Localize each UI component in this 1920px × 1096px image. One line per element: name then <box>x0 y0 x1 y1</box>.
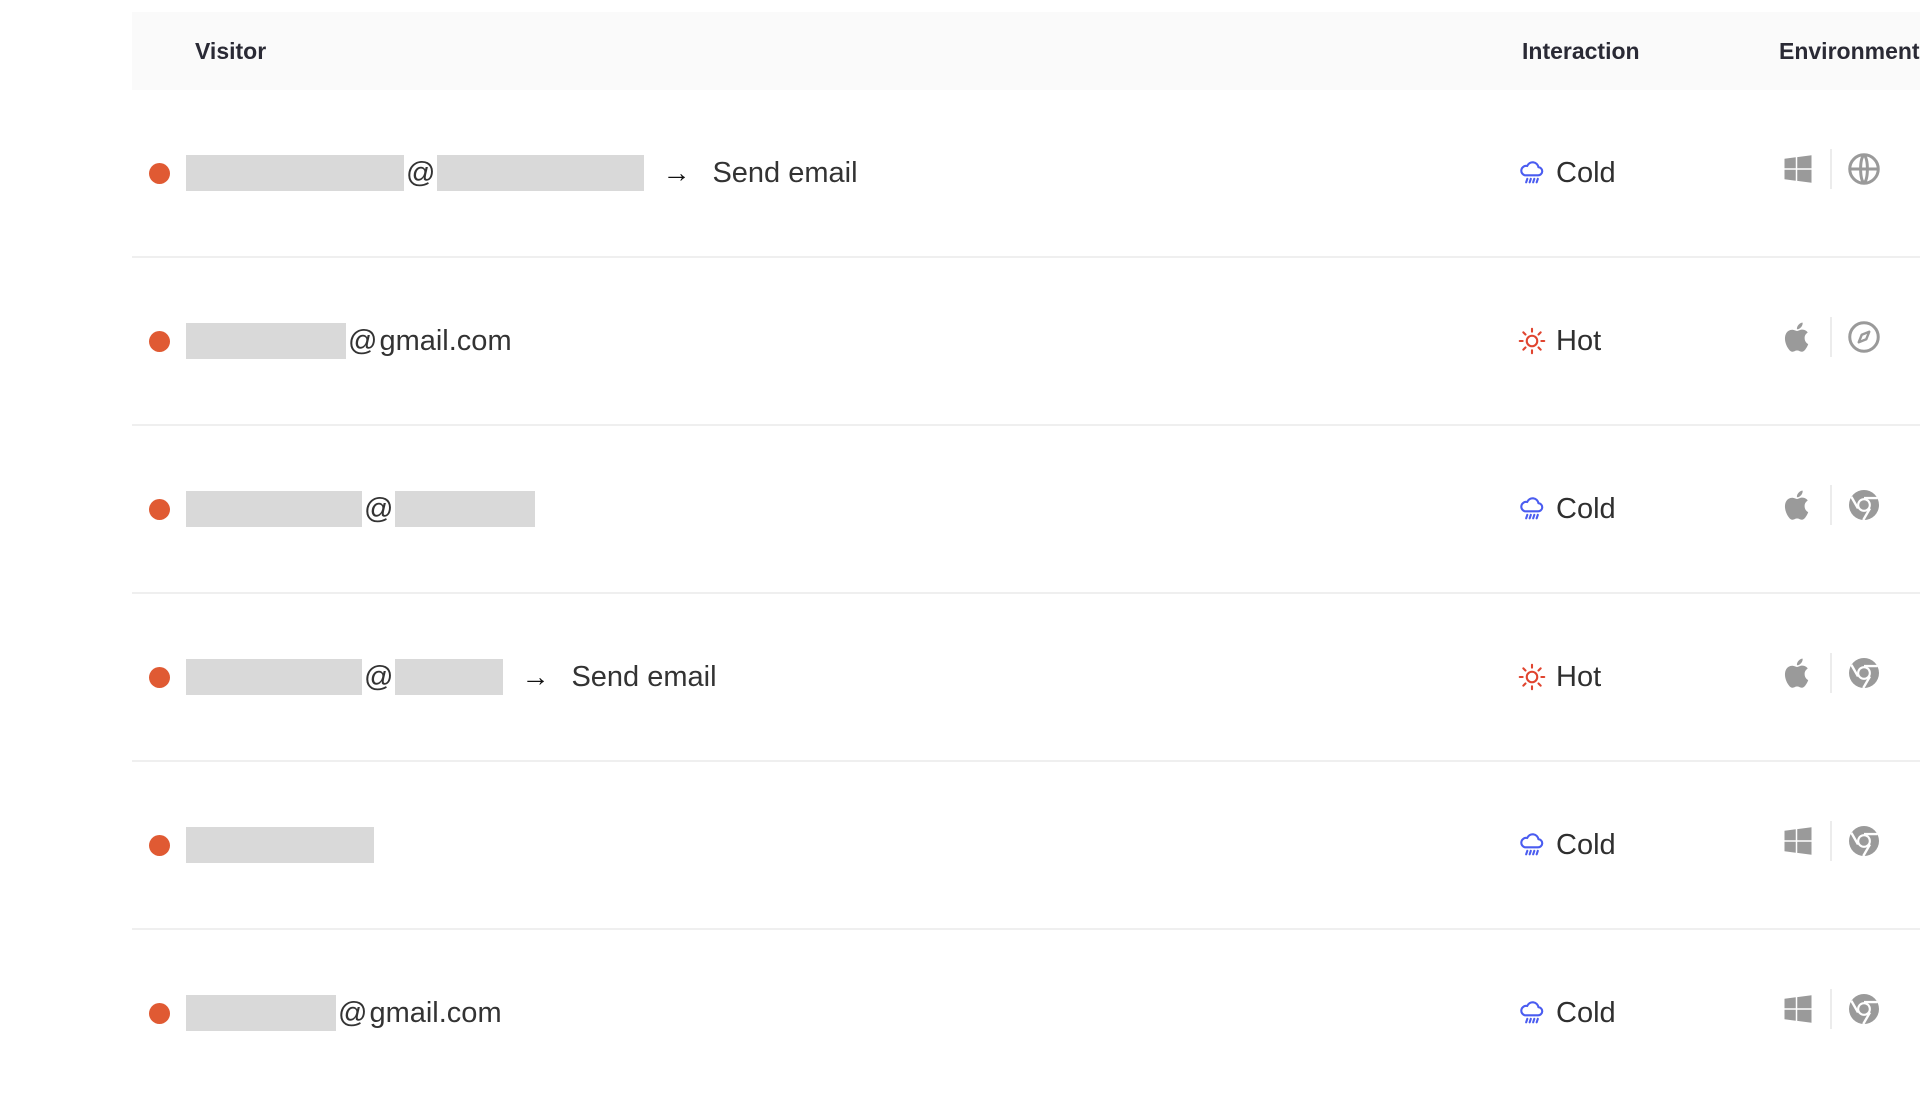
environment-cell <box>1780 594 1882 760</box>
cloud-rain-icon <box>1518 495 1546 523</box>
safari-compass-icon <box>1846 319 1882 355</box>
visitor-email[interactable]: @ <box>186 491 536 527</box>
redacted-email-local <box>186 155 404 191</box>
email-domain: gmail.com <box>369 996 502 1029</box>
globe-icon <box>1846 151 1882 187</box>
divider <box>1830 821 1832 861</box>
sun-icon <box>1518 327 1546 355</box>
action-label: Send email <box>571 660 717 693</box>
windows-icon <box>1780 823 1816 859</box>
visitor-cell: @ → Send email <box>149 594 717 760</box>
interaction-cell: Hot <box>1518 258 1601 424</box>
apple-icon <box>1780 487 1816 523</box>
environment-cell <box>1780 762 1882 928</box>
divider <box>1830 485 1832 525</box>
arrow-right-icon: → <box>521 661 550 692</box>
table-body: @ → Send email Cold @ gmail.com Hot @ Co… <box>132 90 1920 1096</box>
redacted-email-local <box>186 995 336 1031</box>
environment-cell <box>1780 90 1882 256</box>
redacted-email-domain <box>395 491 536 527</box>
email-at-sign: @ <box>406 156 436 189</box>
cloud-rain-icon <box>1518 159 1546 187</box>
email-at-sign: @ <box>348 324 378 357</box>
visitor-email[interactable]: @ gmail.com <box>186 323 512 359</box>
sun-icon <box>1518 663 1546 691</box>
email-at-sign: @ <box>338 996 368 1029</box>
chrome-icon <box>1846 823 1882 859</box>
divider <box>1830 317 1832 357</box>
action-label: Send email <box>712 156 858 189</box>
divider <box>1830 989 1832 1029</box>
redacted-email-domain <box>395 659 504 695</box>
column-header-interaction[interactable]: Interaction <box>1522 12 1640 90</box>
column-header-environment[interactable]: Environment <box>1779 12 1920 90</box>
interaction-cell: Hot <box>1518 594 1601 760</box>
environment-cell <box>1780 930 1882 1096</box>
interaction-cell: Cold <box>1518 762 1616 928</box>
windows-icon <box>1780 991 1816 1027</box>
email-at-sign: @ <box>364 660 394 693</box>
arrow-right-icon: → <box>662 157 691 188</box>
redacted-email-local <box>186 827 374 863</box>
visitor-email[interactable]: @ <box>186 659 504 695</box>
status-dot <box>149 834 170 856</box>
chrome-icon <box>1846 487 1882 523</box>
visitor-email[interactable] <box>186 827 374 863</box>
visitor-cell: @ gmail.com <box>149 258 512 424</box>
send-email-action[interactable]: → Send email <box>662 157 857 190</box>
redacted-email-local <box>186 323 346 359</box>
table-row[interactable]: @ gmail.com Hot <box>132 258 1920 426</box>
redacted-email-local <box>186 659 362 695</box>
redacted-email-local <box>186 491 362 527</box>
email-at-sign: @ <box>364 492 394 525</box>
status-dot <box>149 330 170 352</box>
table-row[interactable]: @ gmail.com Cold <box>132 930 1920 1096</box>
table-row[interactable]: @ → Send email Cold <box>132 90 1920 258</box>
apple-icon <box>1780 655 1816 691</box>
visitor-cell <box>149 762 374 928</box>
interaction-cell: Cold <box>1518 930 1616 1096</box>
apple-icon <box>1780 319 1816 355</box>
visitor-cell: @ → Send email <box>149 90 858 256</box>
visitor-email[interactable]: @ gmail.com <box>186 995 502 1031</box>
interaction-label: Cold <box>1556 492 1616 525</box>
redacted-email-domain <box>437 155 645 191</box>
visitors-table: Visitor Interaction Environment @ → Send… <box>132 12 1920 1096</box>
table-row[interactable]: @ → Send email Hot <box>132 594 1920 762</box>
table-header: Visitor Interaction Environment <box>132 12 1920 90</box>
cloud-rain-icon <box>1518 831 1546 859</box>
interaction-label: Cold <box>1556 828 1616 861</box>
interaction-label: Hot <box>1556 324 1602 357</box>
interaction-label: Cold <box>1556 996 1616 1029</box>
chrome-icon <box>1846 991 1882 1027</box>
email-domain: gmail.com <box>379 324 512 357</box>
interaction-cell: Cold <box>1518 90 1616 256</box>
windows-icon <box>1780 151 1816 187</box>
environment-cell <box>1780 258 1882 424</box>
table-row[interactable]: @ Cold <box>132 426 1920 594</box>
divider <box>1830 653 1832 693</box>
cloud-rain-icon <box>1518 999 1546 1027</box>
divider <box>1830 149 1832 189</box>
send-email-action[interactable]: → Send email <box>521 661 716 694</box>
status-dot <box>149 162 170 184</box>
column-header-visitor[interactable]: Visitor <box>195 12 266 90</box>
status-dot <box>149 498 170 520</box>
table-row[interactable]: Cold <box>132 762 1920 930</box>
status-dot <box>149 1002 170 1024</box>
visitor-email[interactable]: @ <box>186 155 645 191</box>
visitor-cell: @ <box>149 426 536 592</box>
chrome-icon <box>1846 655 1882 691</box>
interaction-label: Hot <box>1556 660 1602 693</box>
interaction-label: Cold <box>1556 156 1616 189</box>
status-dot <box>149 666 170 688</box>
environment-cell <box>1780 426 1882 592</box>
visitor-cell: @ gmail.com <box>149 930 502 1096</box>
interaction-cell: Cold <box>1518 426 1616 592</box>
